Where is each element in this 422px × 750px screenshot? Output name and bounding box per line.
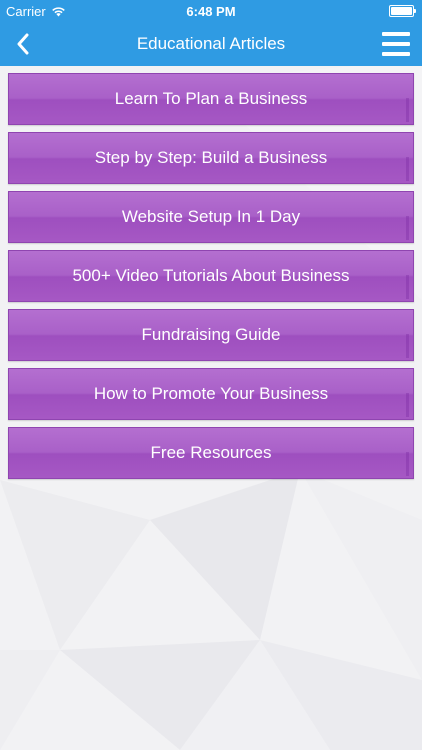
- articles-list: Learn To Plan a Business Step by Step: B…: [8, 73, 414, 486]
- article-item-build-business[interactable]: Step by Step: Build a Business: [8, 132, 414, 184]
- article-item-promote-business[interactable]: How to Promote Your Business: [8, 368, 414, 420]
- article-label: Fundraising Guide: [141, 325, 281, 344]
- article-label: Website Setup In 1 Day: [121, 207, 301, 226]
- article-item-video-tutorials[interactable]: 500+ Video Tutorials About Business: [8, 250, 414, 302]
- battery-icon: [389, 5, 416, 17]
- article-label: Free Resources: [150, 443, 272, 462]
- back-button[interactable]: [8, 29, 38, 59]
- status-time: 6:48 PM: [186, 4, 236, 19]
- article-label: Learn To Plan a Business: [114, 89, 308, 108]
- page-title: Educational Articles: [136, 34, 286, 53]
- menu-button[interactable]: [378, 26, 414, 62]
- status-bar: Carrier 6:48 PM: [0, 0, 422, 22]
- article-label: Step by Step: Build a Business: [94, 148, 328, 167]
- article-item-plan-business[interactable]: Learn To Plan a Business: [8, 73, 414, 125]
- article-label: 500+ Video Tutorials About Business: [72, 266, 350, 285]
- chevron-left-icon: [17, 33, 29, 55]
- hamburger-icon-bar: [382, 42, 410, 46]
- hamburger-icon-bar: [382, 52, 410, 56]
- navigation-bar: Educational Articles: [0, 22, 422, 66]
- article-item-free-resources[interactable]: Free Resources: [8, 427, 414, 479]
- article-item-website-setup[interactable]: Website Setup In 1 Day: [8, 191, 414, 243]
- article-label: How to Promote Your Business: [93, 384, 329, 403]
- article-item-fundraising-guide[interactable]: Fundraising Guide: [8, 309, 414, 361]
- hamburger-icon-bar: [382, 32, 410, 36]
